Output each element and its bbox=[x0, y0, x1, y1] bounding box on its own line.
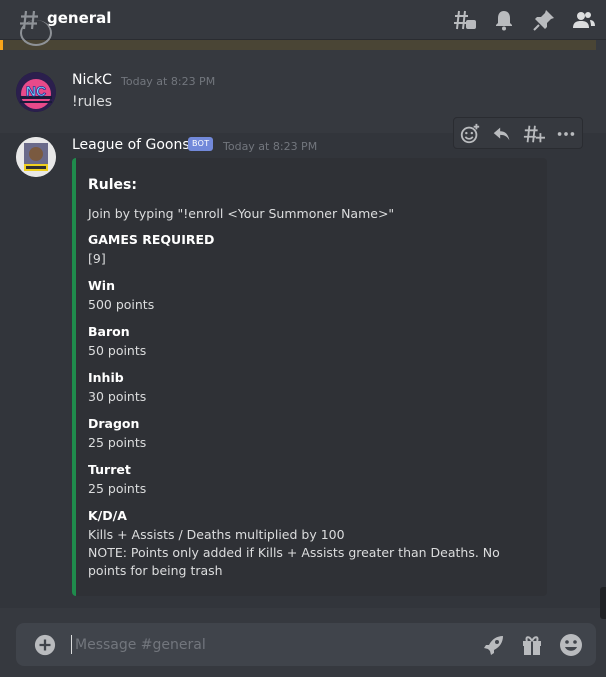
message-timestamp: Today at 8:23 PM bbox=[223, 140, 318, 153]
embed-field-value: [9] bbox=[88, 251, 106, 266]
pin-icon[interactable] bbox=[532, 8, 556, 32]
embed-field-value: 25 points bbox=[88, 481, 147, 496]
message-actions-toolbar bbox=[453, 117, 583, 149]
scrollbar-thumb[interactable] bbox=[600, 587, 606, 619]
message-username[interactable]: NickC bbox=[72, 72, 112, 88]
embed-field-value: 50 points bbox=[88, 343, 147, 358]
avatar[interactable] bbox=[16, 137, 56, 177]
reply-icon[interactable] bbox=[491, 123, 513, 145]
svg-text:NC: NC bbox=[26, 83, 46, 99]
channel-name: general bbox=[47, 9, 112, 27]
embed-field-value: 500 points bbox=[88, 297, 155, 312]
emoji-icon[interactable] bbox=[559, 633, 583, 657]
plus-icon[interactable] bbox=[34, 634, 56, 656]
bot-badge: BOT bbox=[188, 137, 214, 151]
text-caret bbox=[71, 635, 72, 654]
mention-indicator bbox=[0, 40, 3, 50]
previous-avatar[interactable] bbox=[20, 20, 52, 46]
previous-message-highlight bbox=[0, 40, 596, 50]
add-reaction-icon[interactable] bbox=[459, 123, 481, 145]
embed-field-note: NOTE: Points only added if Kills + Assis… bbox=[88, 545, 500, 578]
embed-field-name: K/D/A bbox=[88, 508, 127, 523]
embed-field-value: 30 points bbox=[88, 389, 147, 404]
more-icon[interactable] bbox=[555, 123, 577, 145]
channel-header: general bbox=[0, 0, 606, 40]
create-thread-icon[interactable] bbox=[523, 123, 545, 145]
message-composer bbox=[16, 623, 596, 666]
message-timestamp: Today at 8:23 PM bbox=[121, 75, 216, 88]
avatar[interactable]: NC bbox=[16, 72, 56, 112]
threads-icon[interactable] bbox=[453, 8, 477, 32]
gift-icon[interactable] bbox=[520, 633, 544, 657]
embed-field-name: Baron bbox=[88, 324, 130, 339]
member-list-icon[interactable] bbox=[572, 8, 596, 32]
embed-title: Rules: bbox=[88, 177, 137, 193]
nickc-avatar-image: NC bbox=[16, 72, 56, 112]
message-content: !rules bbox=[72, 94, 113, 110]
embed-field-name: Turret bbox=[88, 462, 131, 477]
embed-field-name: Dragon bbox=[88, 416, 140, 431]
embed-field-name: Win bbox=[88, 278, 115, 293]
embed-description: Join by typing "!enroll <Your Summoner N… bbox=[88, 206, 395, 221]
rules-embed: Rules: Join by typing "!enroll <Your Sum… bbox=[72, 158, 547, 596]
bell-icon[interactable] bbox=[492, 8, 516, 32]
message-username[interactable]: League of Goons bbox=[72, 137, 190, 153]
embed-field-name: Inhib bbox=[88, 370, 124, 385]
message-input[interactable] bbox=[73, 632, 417, 658]
embed-field-value: 25 points bbox=[88, 435, 147, 450]
embed-field-name: GAMES REQUIRED bbox=[88, 232, 215, 247]
bot-avatar-image bbox=[16, 137, 56, 177]
embed-field-value: Kills + Assists / Deaths multiplied by 1… bbox=[88, 527, 345, 542]
rocket-icon[interactable] bbox=[482, 633, 506, 657]
